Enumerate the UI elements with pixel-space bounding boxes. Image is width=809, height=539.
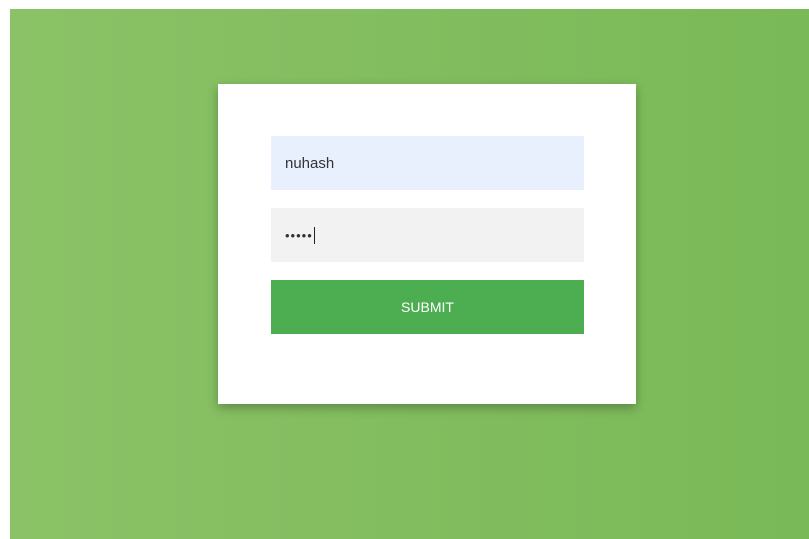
- submit-button-label: SUBMIT: [401, 299, 454, 315]
- text-caret: [313, 226, 315, 244]
- username-input[interactable]: nuhash: [271, 136, 584, 190]
- login-card: nuhash ••••• SUBMIT: [218, 84, 636, 404]
- password-input[interactable]: •••••: [271, 208, 584, 262]
- submit-button[interactable]: SUBMIT: [271, 280, 584, 334]
- page-background: nuhash ••••• SUBMIT: [10, 9, 809, 539]
- username-value: nuhash: [285, 154, 335, 172]
- password-value: •••••: [285, 227, 313, 243]
